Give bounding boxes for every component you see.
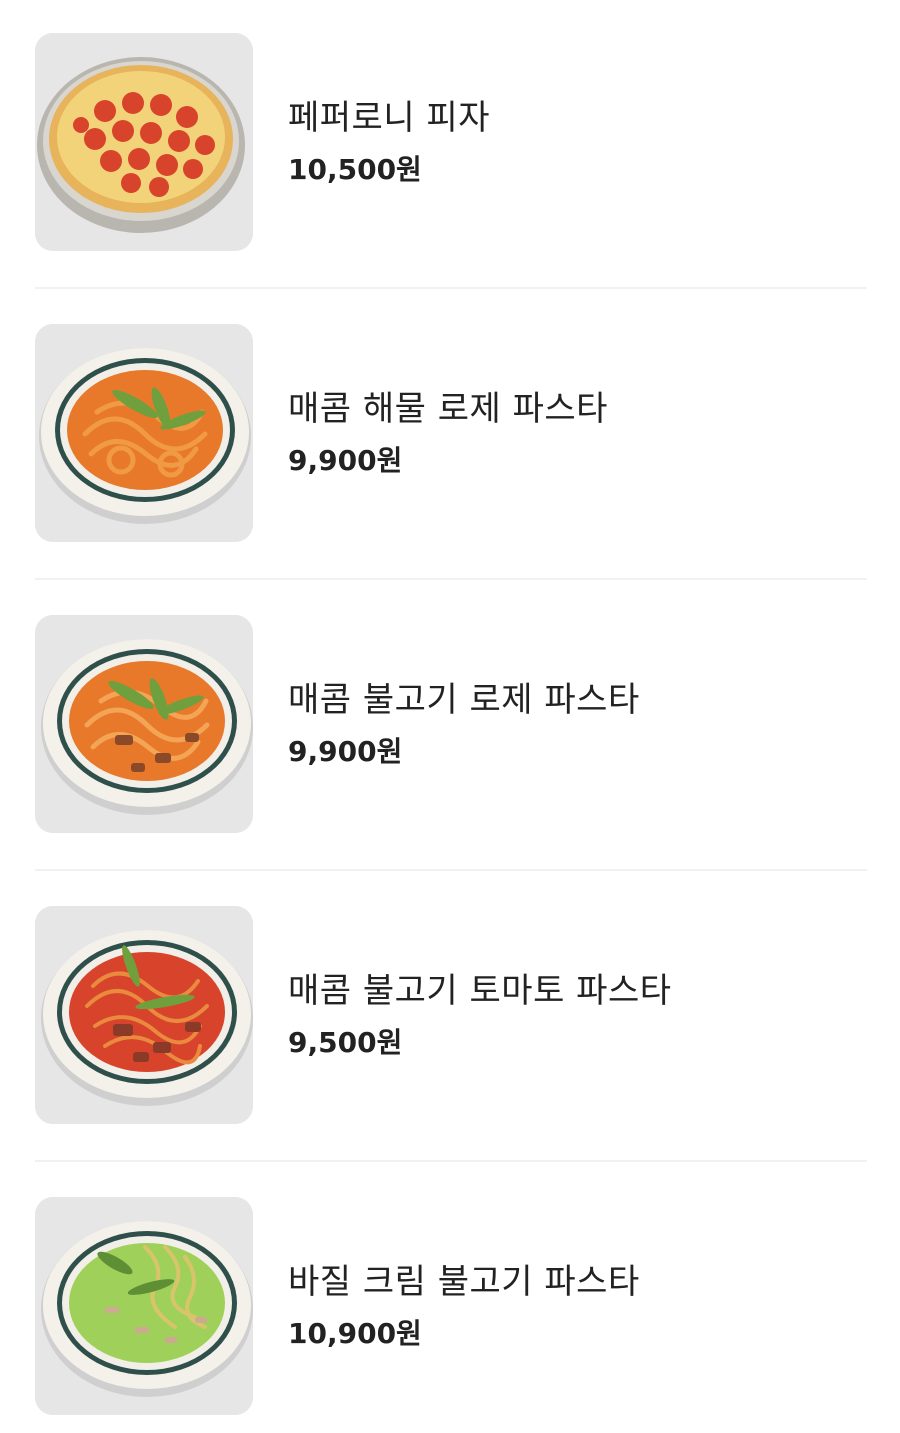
- menu-item-info: 바질 크림 불고기 파스타 10,900원: [288, 1260, 640, 1352]
- divider: [35, 578, 867, 580]
- menu-item-price: 9,900원: [288, 444, 403, 477]
- divider: [35, 869, 867, 871]
- menu-item-bulgogi-tomato-pasta[interactable]: 매콤 불고기 토마토 파스타 9,500원: [35, 906, 867, 1124]
- bulgogi-tomato-pasta-photo: [35, 906, 253, 1124]
- menu-item-name: 매콤 불고기 토마토 파스타: [288, 971, 672, 1011]
- menu-item-name: 페퍼로니 피자: [288, 98, 490, 138]
- basil-cream-pasta-photo: [35, 1197, 253, 1415]
- menu-item-basil-cream-pasta[interactable]: 바질 크림 불고기 파스타 10,900원: [35, 1197, 867, 1415]
- seafood-rose-pasta-photo: [35, 324, 253, 542]
- menu-item-info: 페퍼로니 피자 10,500원: [288, 96, 490, 188]
- menu-item-price: 9,500원: [288, 1026, 403, 1059]
- divider: [35, 1160, 867, 1162]
- menu-item-name: 바질 크림 불고기 파스타: [288, 1262, 640, 1302]
- menu-item-bulgogi-rose-pasta[interactable]: 매콤 불고기 로제 파스타 9,900원: [35, 615, 867, 833]
- menu-item-price: 10,900원: [288, 1317, 422, 1350]
- pepperoni-pizza-photo: [35, 33, 253, 251]
- menu-item-info: 매콤 불고기 로제 파스타 9,900원: [288, 678, 640, 770]
- bulgogi-rose-pasta-photo: [35, 615, 253, 833]
- divider: [35, 287, 867, 289]
- menu-item-info: 매콤 불고기 토마토 파스타 9,500원: [288, 969, 672, 1061]
- menu-item-price: 9,900원: [288, 735, 403, 768]
- menu-item-price: 10,500원: [288, 153, 422, 186]
- menu-item-pepperoni-pizza[interactable]: 페퍼로니 피자 10,500원: [35, 33, 867, 251]
- menu-item-info: 매콤 해물 로제 파스타 9,900원: [288, 387, 608, 479]
- menu-item-name: 매콤 불고기 로제 파스타: [288, 680, 640, 720]
- menu-item-seafood-rose-pasta[interactable]: 매콤 해물 로제 파스타 9,900원: [35, 324, 867, 542]
- menu-item-name: 매콤 해물 로제 파스타: [288, 389, 608, 429]
